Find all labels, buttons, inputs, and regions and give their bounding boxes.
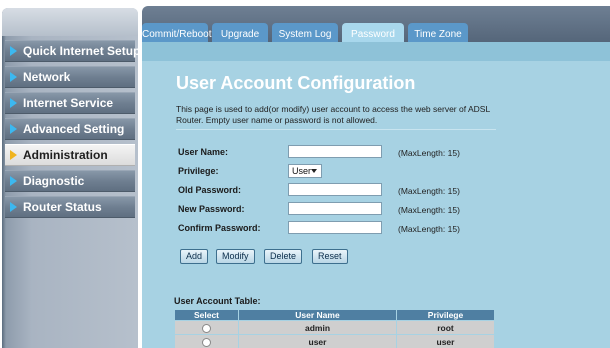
user-account-table: Select User Name Privilege admin root us…: [174, 309, 495, 348]
sidebar: Quick Internet Setup Network Internet Se…: [0, 0, 140, 348]
old-password-label: Old Password:: [178, 185, 242, 195]
arrow-right-icon: [10, 150, 17, 160]
privilege-cell: user: [396, 334, 495, 348]
tab-bar: Commit/Reboot Upgrade System Log Passwor…: [142, 6, 610, 48]
user-name-cell: user: [238, 334, 397, 348]
arrow-right-icon: [10, 202, 17, 212]
add-button[interactable]: Add: [180, 249, 209, 264]
confirm-password-maxlength-note: (MaxLength: 15): [398, 224, 460, 234]
modify-button[interactable]: Modify: [216, 249, 255, 264]
divider: [176, 129, 496, 130]
privilege-cell: root: [396, 320, 495, 335]
privilege-select[interactable]: User: [288, 164, 322, 178]
table-header-row: Select User Name Privilege: [174, 309, 495, 321]
old-password-maxlength-note: (MaxLength: 15): [398, 186, 460, 196]
user-name-label: User Name:: [178, 147, 229, 157]
row-select-radio[interactable]: [202, 323, 211, 333]
new-password-label: New Password:: [178, 204, 245, 214]
privilege-label: Privilege:: [178, 166, 219, 176]
reset-button[interactable]: Reset: [312, 249, 348, 264]
column-header-user-name: User Name: [238, 309, 397, 321]
select-caret-icon: [311, 169, 317, 173]
table-row: user user: [174, 334, 495, 348]
column-header-select: Select: [174, 309, 239, 321]
delete-button[interactable]: Delete: [264, 249, 303, 264]
new-password-maxlength-note: (MaxLength: 15): [398, 205, 460, 215]
sidebar-item-diagnostic[interactable]: Diagnostic: [5, 170, 135, 192]
privilege-select-value: User: [292, 166, 312, 176]
arrow-right-icon: [10, 46, 17, 56]
sidebar-item-label: Diagnostic: [23, 174, 85, 188]
sidebar-item-internet-service[interactable]: Internet Service: [5, 92, 135, 114]
user-name-cell: admin: [238, 320, 397, 335]
sidebar-item-network[interactable]: Network: [5, 66, 135, 88]
row-select-radio[interactable]: [202, 337, 211, 347]
sidebar-item-quick-internet-setup[interactable]: Quick Internet Setup: [5, 40, 140, 62]
new-password-input[interactable]: [288, 202, 382, 215]
confirm-password-label: Confirm Password:: [178, 223, 261, 233]
arrow-right-icon: [10, 176, 17, 186]
user-account-table-caption: User Account Table:: [174, 296, 261, 306]
user-name-input[interactable]: [288, 145, 382, 158]
confirm-password-input[interactable]: [288, 221, 382, 234]
select-cell: [174, 334, 239, 348]
select-cell: [174, 320, 239, 335]
sidebar-item-administration[interactable]: Administration: [5, 144, 135, 166]
sidebar-item-label: Internet Service: [23, 96, 114, 110]
old-password-input[interactable]: [288, 183, 382, 196]
arrow-right-icon: [10, 98, 17, 108]
sidebar-item-label: Router Status: [23, 200, 102, 214]
arrow-right-icon: [10, 124, 17, 134]
user-name-maxlength-note: (MaxLength: 15): [398, 148, 460, 158]
arrow-right-icon: [10, 72, 17, 82]
sidebar-item-label: Advanced Setting: [23, 122, 125, 136]
table-row: admin root: [174, 320, 495, 335]
sidebar-item-advanced-setting[interactable]: Advanced Setting: [5, 118, 135, 140]
sidebar-item-label: Network: [23, 70, 71, 84]
page-description: This page is used to add(or modify) user…: [176, 104, 490, 125]
sidebar-item-label: Administration: [23, 148, 108, 162]
column-header-privilege: Privilege: [396, 309, 495, 321]
sidebar-item-label: Quick Internet Setup: [23, 44, 141, 58]
page-title: User Account Configuration: [176, 73, 416, 93]
content-header-band: [142, 42, 610, 61]
sidebar-item-router-status[interactable]: Router Status: [5, 196, 135, 218]
